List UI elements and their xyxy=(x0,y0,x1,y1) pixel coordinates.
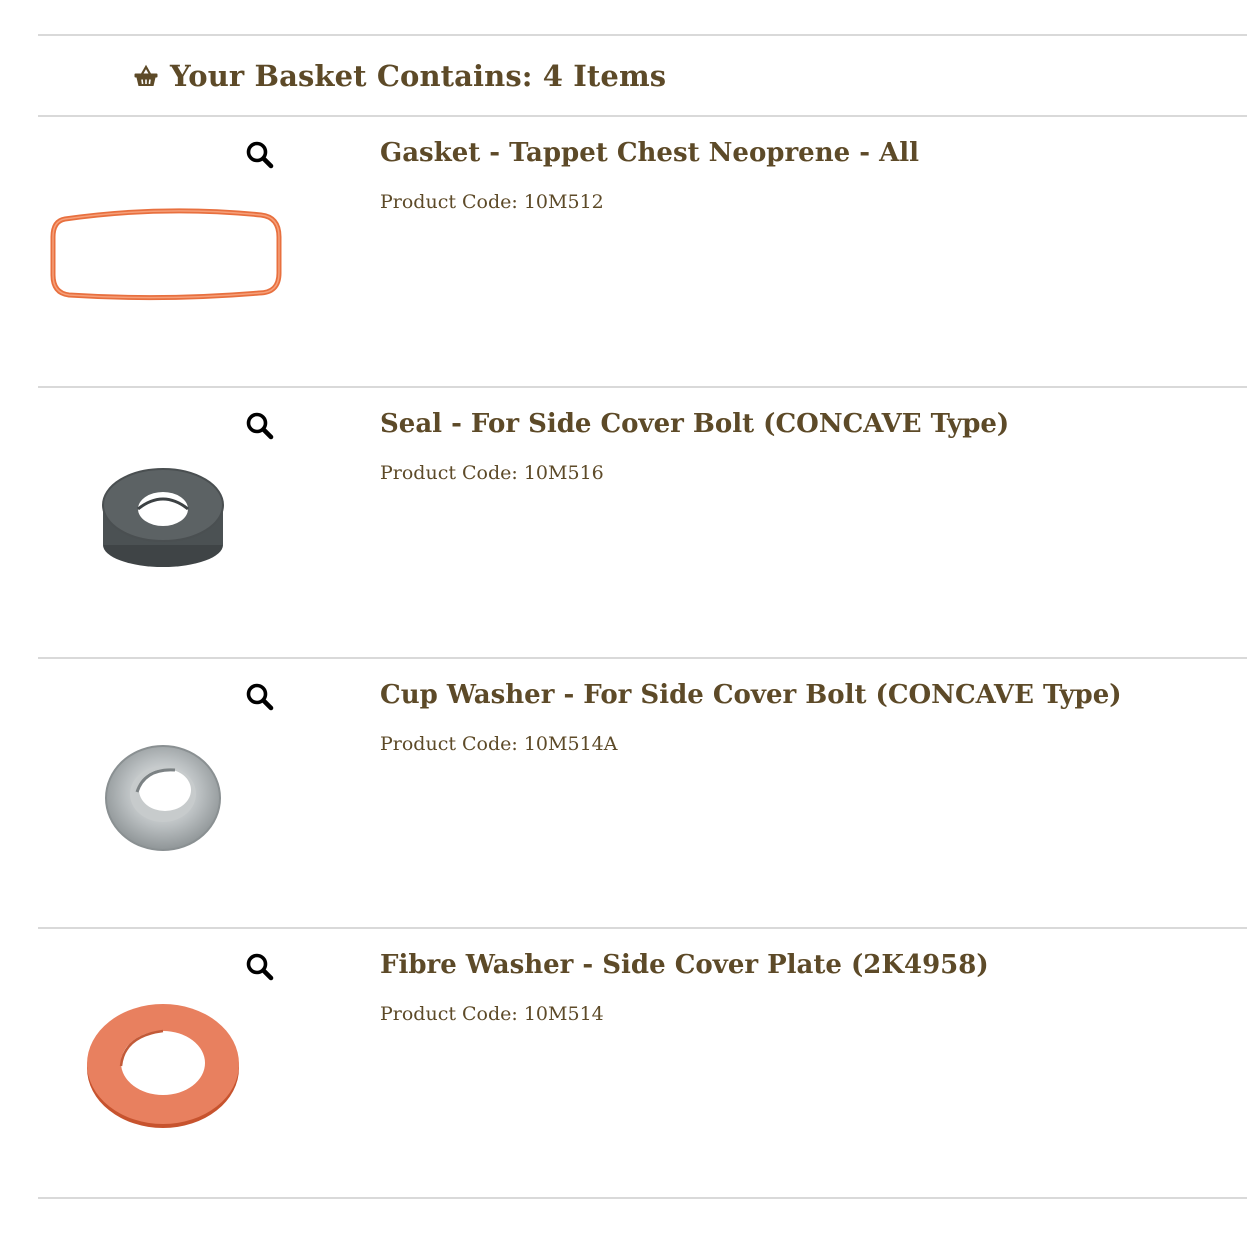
product-title-link[interactable]: Seal - For Side Cover Bolt (CONCAVE Type… xyxy=(380,406,1227,442)
bottom-divider xyxy=(38,1197,1247,1199)
basket-heading: Your Basket Contains: 4 Items xyxy=(170,59,667,93)
basket-item: Fibre Washer - Side Cover Plate (2K4958)… xyxy=(38,929,1247,1199)
product-title-link[interactable]: Fibre Washer - Side Cover Plate (2K4958) xyxy=(380,947,1227,983)
product-title-link[interactable]: Gasket - Tappet Chest Neoprene - All xyxy=(380,135,1227,171)
basket-item: Gasket - Tappet Chest Neoprene - All Pro… xyxy=(38,117,1247,387)
basket-item: Cup Washer - For Side Cover Bolt (CONCAV… xyxy=(38,659,1247,929)
zoom-icon[interactable] xyxy=(244,410,276,442)
product-code: Product Code: 10M516 xyxy=(380,462,604,484)
top-divider xyxy=(38,34,1247,36)
basket-icon xyxy=(132,62,160,90)
product-code: Product Code: 10M514A xyxy=(380,733,618,755)
product-code: Product Code: 10M514 xyxy=(380,1003,604,1025)
basket-header: Your Basket Contains: 4 Items xyxy=(132,56,666,96)
zoom-icon[interactable] xyxy=(244,681,276,713)
product-title-link[interactable]: Cup Washer - For Side Cover Bolt (CONCAV… xyxy=(380,677,1227,713)
zoom-icon[interactable] xyxy=(244,951,276,983)
basket-item: Seal - For Side Cover Bolt (CONCAVE Type… xyxy=(38,388,1247,658)
zoom-icon[interactable] xyxy=(244,139,276,171)
product-code: Product Code: 10M512 xyxy=(380,191,604,213)
